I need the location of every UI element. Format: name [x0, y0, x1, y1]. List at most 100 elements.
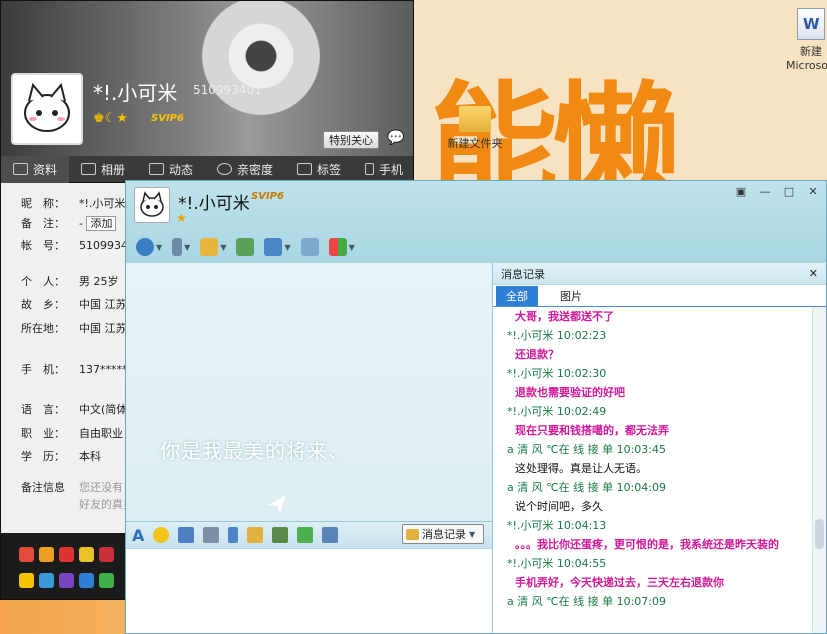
remote-desktop-button[interactable]: ▼ [264, 237, 291, 257]
message-history-button[interactable]: 消息记录 ▼ [402, 524, 484, 544]
avatar[interactable] [134, 187, 170, 223]
photo-icon [81, 163, 96, 175]
message-sender-time: *!.小可米 10:02:23 [507, 329, 607, 342]
microphone-icon [172, 238, 183, 256]
apps-button[interactable]: ▼ [328, 237, 355, 257]
tab-all[interactable]: 全部 [496, 285, 538, 306]
field-occupation: 职 业： 自由职业 [21, 427, 123, 440]
star-icon: ★ [176, 211, 187, 225]
profile-tabs: 资料 相册 动态 亲密度 标签 手机 [1, 155, 413, 183]
note-icon[interactable] [247, 527, 264, 543]
tab-album[interactable]: 相册 [69, 156, 137, 183]
field-phone: 手 机： 137****** [21, 363, 133, 376]
history-icon [406, 528, 419, 540]
screen-icon [300, 238, 319, 256]
message-input[interactable] [126, 548, 492, 633]
history-list: 大哥，我送都送不了 *!.小可米 10:02:23 还退款？ *!.小可米 10:02… [493, 307, 811, 633]
message-text: 说个时间吧，多久 [515, 500, 603, 513]
badge-icon[interactable] [99, 547, 114, 562]
desktop-icon-label: Microsoft [785, 59, 827, 72]
badge-icon[interactable] [59, 573, 74, 588]
tab-label: 相册 [101, 162, 126, 177]
tab-label: 亲密度 [237, 162, 274, 177]
tab-profile[interactable]: 资料 [1, 155, 69, 183]
chat-bubble-icon[interactable]: 💬 [387, 130, 407, 148]
create-group-button[interactable] [236, 237, 255, 257]
profile-qq-number: 510993401 [193, 83, 262, 97]
desktop-icon-label: 新建文件夹 [447, 137, 503, 150]
tab-label: 手机 [379, 162, 404, 177]
tab-phone[interactable]: 手机 [353, 156, 413, 183]
field-education: 学 历： 本科 [21, 450, 101, 463]
chat-window: *!.小可米 SVIP6 ★ ▣ — □ ✕ ▼ ▼ ▼ ▼ ▼ 你是我最美的将… [125, 180, 827, 634]
camera-icon [136, 238, 154, 256]
phone-icon [365, 163, 374, 175]
badge-icon[interactable] [99, 573, 114, 588]
special-care-button[interactable]: 特别关心 [323, 131, 379, 149]
message-text: 退款也需要验证的好吧 [515, 386, 625, 399]
badge-icon[interactable] [19, 573, 34, 588]
skin-button[interactable]: ▣ [732, 184, 750, 198]
emoji-icon[interactable] [153, 527, 170, 543]
chat-toolbar: ▼ ▼ ▼ ▼ ▼ [136, 237, 361, 257]
field-location: 所在地： 中国 江苏 [21, 322, 127, 335]
heart-icon [217, 163, 232, 175]
close-icon[interactable]: ✕ [809, 267, 818, 280]
field-nickname: 昵 称： *!.小可米 [21, 197, 126, 210]
avatar[interactable] [11, 73, 83, 145]
message-text: 。。。我比你还蛋疼，更可恨的是，我系统还是昨天装的 [515, 538, 779, 551]
tab-feed[interactable]: 动态 [137, 156, 205, 183]
apps-grid-icon [328, 238, 347, 256]
word-document-icon [797, 8, 825, 40]
video-clip-icon[interactable] [203, 527, 220, 543]
maximize-button[interactable]: □ [780, 184, 798, 198]
field-account: 帐 号： 51099340 [21, 239, 135, 252]
badge-icon[interactable] [59, 547, 74, 562]
tab-images[interactable]: 图片 [550, 286, 592, 306]
minimize-button[interactable]: — [756, 184, 774, 198]
field-hometown: 故 乡： 中国 江苏 [21, 298, 127, 311]
close-button[interactable]: ✕ [804, 184, 822, 198]
send-file-button[interactable]: ▼ [200, 237, 226, 257]
add-remark-button[interactable]: 添加 [86, 216, 117, 231]
history-tabs: 全部 图片 [493, 285, 826, 307]
field-personal: 个 人：男 25岁 [21, 275, 119, 288]
history-scrollbar[interactable] [812, 307, 826, 633]
badge-icon[interactable] [39, 547, 54, 562]
chat-contact-name: *!.小可米 [178, 194, 250, 214]
svip-badge: SVIP6 [251, 191, 284, 202]
font-icon[interactable]: A [132, 526, 144, 545]
voice-message-icon[interactable] [228, 527, 239, 543]
tab-label: 资料 [33, 162, 58, 177]
flower-banner-image [186, 1, 336, 131]
share-screen-button[interactable] [300, 237, 319, 257]
profile-banner: *!.小可米 510993401 ♚☾★ SVIP6 特别关心 💬 [1, 1, 413, 156]
message-sender-time: *!.小可米 10:04:13 [507, 519, 607, 532]
message-sender-time: a 清 风 ℃在 线 接 单 10:03:45 [507, 443, 666, 456]
profile-badge-tray [1, 533, 127, 599]
message-sender-time: *!.小可米 10:02:49 [507, 405, 607, 418]
screenshot-icon[interactable] [322, 527, 339, 543]
tab-tags[interactable]: 标签 [285, 156, 353, 183]
desktop-icon-word[interactable]: 新建 Microsoft [776, 8, 827, 72]
tag-icon [297, 163, 312, 175]
shake-icon[interactable] [178, 527, 195, 543]
scrollbar-thumb[interactable] [815, 519, 824, 549]
message-area[interactable]: 你是我最美的将来、 [126, 263, 492, 521]
music-icon[interactable] [297, 527, 314, 543]
badge-icon[interactable] [79, 573, 94, 588]
video-call-button[interactable]: ▼ [136, 237, 162, 257]
tab-intimacy[interactable]: 亲密度 [205, 156, 285, 183]
badge-icon[interactable] [39, 573, 54, 588]
field-language: 语 言： 中文(简体 [21, 403, 128, 416]
badge-icon[interactable] [79, 547, 94, 562]
level-badges-icon: ♚☾★ [93, 111, 128, 126]
badge-icon[interactable] [19, 547, 34, 562]
desktop-icon-folder[interactable]: 新建文件夹 [440, 100, 510, 151]
voice-call-button[interactable]: ▼ [172, 237, 190, 257]
image-icon[interactable] [272, 527, 289, 543]
history-panel: 消息记录 ✕ 全部 图片 大哥，我送都送不了 *!.小可米 10:02:23 还退款？… [492, 263, 826, 633]
message-text: 手机弄好，今天快递过去，三天左右退款你 [515, 576, 724, 589]
cat-avatar-icon [140, 191, 164, 217]
list-icon [149, 163, 164, 175]
